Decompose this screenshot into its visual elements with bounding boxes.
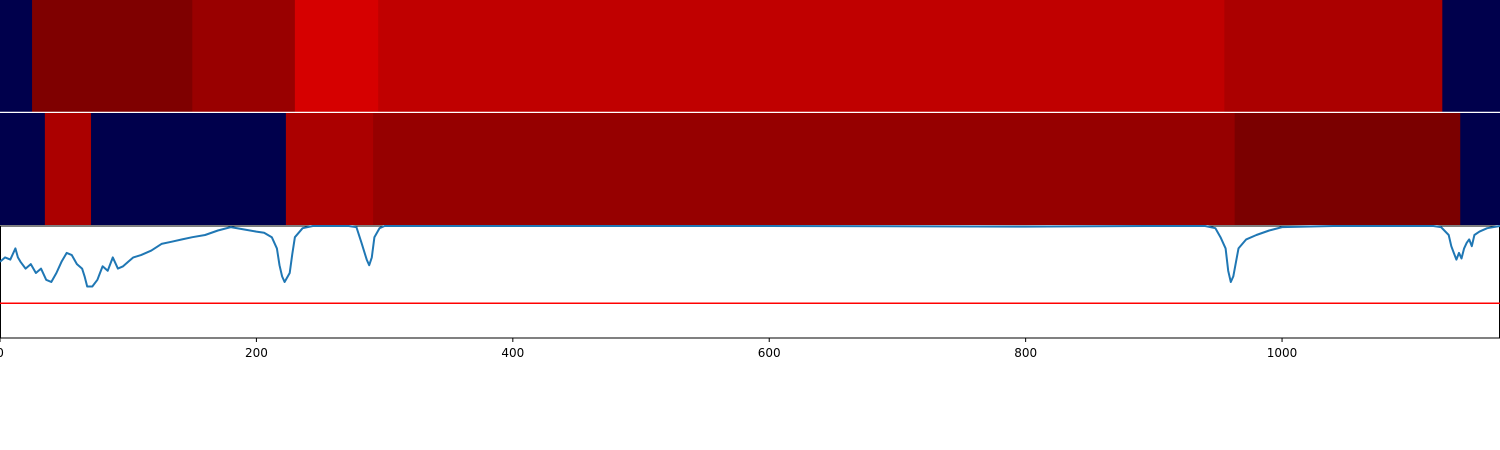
heatmap-1-segment-1 [0, 0, 33, 112]
x-tick-label: 800 [1014, 346, 1037, 360]
x-tick-label: 1000 [1267, 346, 1298, 360]
heatmap-2-segment-2 [44, 113, 92, 225]
line-plot-background [0, 225, 1500, 339]
heatmap-2-segment-5 [373, 113, 1236, 225]
x-tick-label: 0 [0, 346, 4, 360]
x-axis-ticks: 0 200 400 600 800 1000 [0, 338, 1297, 360]
heatmap-1-segment-4 [294, 0, 379, 112]
heatmap-top [0, 0, 1500, 112]
figure: 0 200 400 600 800 1000 [0, 0, 1500, 360]
heatmap-middle [0, 113, 1500, 225]
heatmap-1-segment-6 [1224, 0, 1443, 112]
line-plot-axes: 0 200 400 600 800 1000 [0, 225, 1500, 360]
heatmap-2-segment-1 [0, 113, 46, 225]
heatmap-1-segment-3 [192, 0, 296, 112]
heatmap-1-segment-5 [378, 0, 1225, 112]
heatmap-1-segment-2 [32, 0, 193, 112]
x-tick-label: 600 [758, 346, 781, 360]
heatmap-2-segment-3 [91, 113, 287, 225]
x-tick-label: 400 [501, 346, 524, 360]
heatmap-2-segment-6 [1234, 113, 1461, 225]
heatmap-1-segment-7 [1442, 0, 1500, 112]
heatmap-2-segment-4 [285, 113, 374, 225]
x-tick-label: 200 [245, 346, 268, 360]
heatmap-2-segment-7 [1460, 113, 1500, 225]
